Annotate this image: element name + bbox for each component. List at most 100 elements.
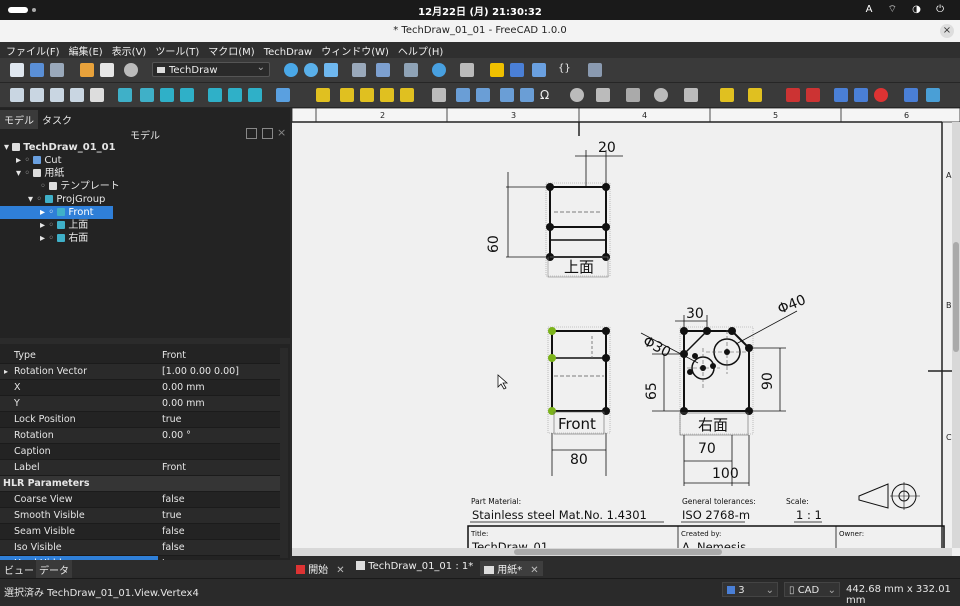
broken-view-icon[interactable] — [140, 88, 154, 102]
print-icon[interactable] — [90, 88, 104, 102]
leader-icon[interactable] — [456, 88, 470, 102]
section-view-icon[interactable] — [208, 88, 222, 102]
symbol-icon[interactable]: Ω — [540, 88, 554, 102]
dim-65[interactable]: 65 — [644, 382, 660, 400]
dim-70[interactable]: 70 — [698, 441, 716, 457]
annotation-icon[interactable] — [276, 88, 290, 102]
std-view-icon[interactable] — [376, 63, 390, 77]
delete-icon[interactable] — [874, 88, 888, 102]
insert-view-icon[interactable] — [118, 88, 132, 102]
surface-finish-icon[interactable] — [720, 88, 734, 102]
text-icon[interactable] — [904, 88, 918, 102]
dim-60[interactable]: 60 — [486, 235, 502, 253]
link-icon[interactable] — [532, 63, 546, 77]
right-view-label[interactable]: 右面 — [698, 416, 728, 434]
vertical-scrollbar[interactable] — [952, 122, 960, 548]
diameter-dim-icon[interactable] — [360, 88, 374, 102]
visibility-icon[interactable]: ◦ — [36, 194, 42, 205]
weld-icon[interactable] — [684, 88, 698, 102]
navigation-style-combo[interactable]: ▯ CAD ⌄ — [784, 582, 840, 597]
property-row[interactable]: Rotation 0.00 ° — [0, 428, 280, 444]
dim-100[interactable]: 100 — [712, 466, 739, 482]
horizontal-scrollbar[interactable] — [292, 548, 952, 556]
redraw-page-icon[interactable] — [50, 88, 64, 102]
property-row[interactable]: Caption — [0, 444, 280, 460]
open-file-icon[interactable] — [30, 63, 44, 77]
insert-page-icon[interactable] — [10, 88, 24, 102]
part-icon[interactable] — [490, 63, 504, 77]
workbench-selector[interactable]: TechDraw — [152, 60, 270, 77]
scrollbar-thumb[interactable] — [953, 242, 959, 352]
visibility-icon[interactable]: ◦ — [48, 207, 54, 218]
horizontal-dim-icon[interactable] — [476, 88, 490, 102]
tree-item-front[interactable]: ▸ ◦ Front — [0, 206, 113, 219]
new-file-icon[interactable] — [10, 63, 24, 77]
tree-item-top[interactable]: ▸ ◦ 上面 — [40, 219, 88, 232]
close-icon[interactable]: × — [940, 24, 954, 38]
visibility-icon[interactable]: ◦ — [48, 233, 54, 244]
save-icon[interactable] — [50, 63, 64, 77]
scrollbar-thumb[interactable] — [514, 549, 722, 555]
tree-item-template[interactable]: ◦ テンプレート — [40, 180, 120, 193]
float-panel-icon[interactable] — [246, 128, 257, 139]
cut-line-icon[interactable] — [626, 88, 640, 102]
expand-icon[interactable]: ▸ — [40, 220, 45, 231]
export-dxf-icon[interactable] — [806, 88, 820, 102]
cosmetic-line-icon[interactable] — [596, 88, 610, 102]
export-svg-icon[interactable] — [786, 88, 800, 102]
close-tab-icon[interactable]: ✕ — [336, 565, 344, 576]
cosmetic-vertex-icon[interactable] — [654, 88, 668, 102]
datum-icon[interactable] — [748, 88, 762, 102]
property-row[interactable]: X 0.00 mm — [0, 380, 280, 396]
tab-page-active[interactable]: 用紙* ✕ — [480, 561, 543, 576]
close-panel-icon[interactable]: × — [277, 126, 286, 139]
menu-macro[interactable]: マクロ(M) — [202, 42, 257, 58]
property-group-header[interactable]: HLR Parameters — [0, 476, 280, 492]
length-dim-icon[interactable] — [316, 88, 330, 102]
menu-window[interactable]: ウィンドウ(W) — [315, 42, 392, 58]
tab-start[interactable]: 開始 ✕ — [296, 561, 345, 576]
dim-80[interactable]: 80 — [570, 452, 588, 468]
clip-group-icon[interactable] — [248, 88, 262, 102]
property-row[interactable]: Y 0.00 mm — [0, 396, 280, 412]
whats-this-icon[interactable] — [588, 63, 602, 77]
visibility-icon[interactable]: ◦ — [48, 220, 54, 231]
expand-icon[interactable]: ▸ — [4, 364, 8, 379]
zoom-fit-icon[interactable] — [284, 63, 298, 77]
tree-icon[interactable] — [460, 63, 474, 77]
drawing-canvas[interactable]: 2 3 4 5 6 A B C 上面 20 60 Front 80 右面 30 … — [292, 108, 960, 556]
expand-icon[interactable]: ▸ — [40, 207, 45, 218]
expand-icon[interactable]: ▾ — [16, 168, 21, 179]
detail-view-icon[interactable] — [228, 88, 242, 102]
expand-icon[interactable]: ▸ — [40, 233, 45, 244]
macro-braces-icon[interactable]: {} — [558, 63, 572, 77]
property-row[interactable]: Label Front — [0, 460, 280, 476]
property-row[interactable]: Type Front — [0, 348, 280, 364]
tab-data[interactable]: データ — [36, 560, 72, 579]
angle-dim-icon[interactable] — [380, 88, 394, 102]
scale-value[interactable]: 1 : 1 — [796, 508, 822, 522]
selection-count-combo[interactable]: 3 ⌄ — [722, 582, 778, 597]
tree-item-document[interactable]: ▾ TechDraw_01_01 — [0, 141, 116, 154]
bars-chart-icon[interactable] — [834, 88, 848, 102]
tree-item-cut[interactable]: ▸ ◦ Cut — [16, 154, 62, 167]
menu-edit[interactable]: 編集(E) — [63, 42, 106, 58]
menu-file[interactable]: ファイル(F) — [0, 42, 63, 58]
dim-90[interactable]: 90 — [760, 372, 776, 390]
centerline-icon[interactable] — [570, 88, 584, 102]
top-view[interactable]: 上面 20 60 — [486, 140, 623, 278]
top-view-label[interactable]: 上面 — [564, 258, 594, 276]
spline-icon[interactable] — [926, 88, 940, 102]
dim-phi30[interactable]: Φ30 — [640, 333, 673, 361]
hatch-icon[interactable] — [500, 88, 514, 102]
system-tray[interactable]: A ⌔ ◑ ⏻ — [866, 3, 950, 16]
tab-techdraw-view[interactable]: TechDraw_01_01 : 1*✕ — [356, 561, 490, 572]
measure-icon[interactable] — [352, 63, 366, 77]
property-row[interactable]: Lock Position true — [0, 412, 280, 428]
refresh-icon[interactable] — [124, 63, 138, 77]
front-view-label[interactable]: Front — [558, 415, 596, 433]
group-icon[interactable] — [510, 63, 524, 77]
clock[interactable]: 12月22日 (月) 21:30:32 — [0, 3, 960, 18]
draw-style-icon[interactable] — [404, 63, 418, 77]
property-row[interactable]: Iso Visible false — [0, 540, 280, 556]
